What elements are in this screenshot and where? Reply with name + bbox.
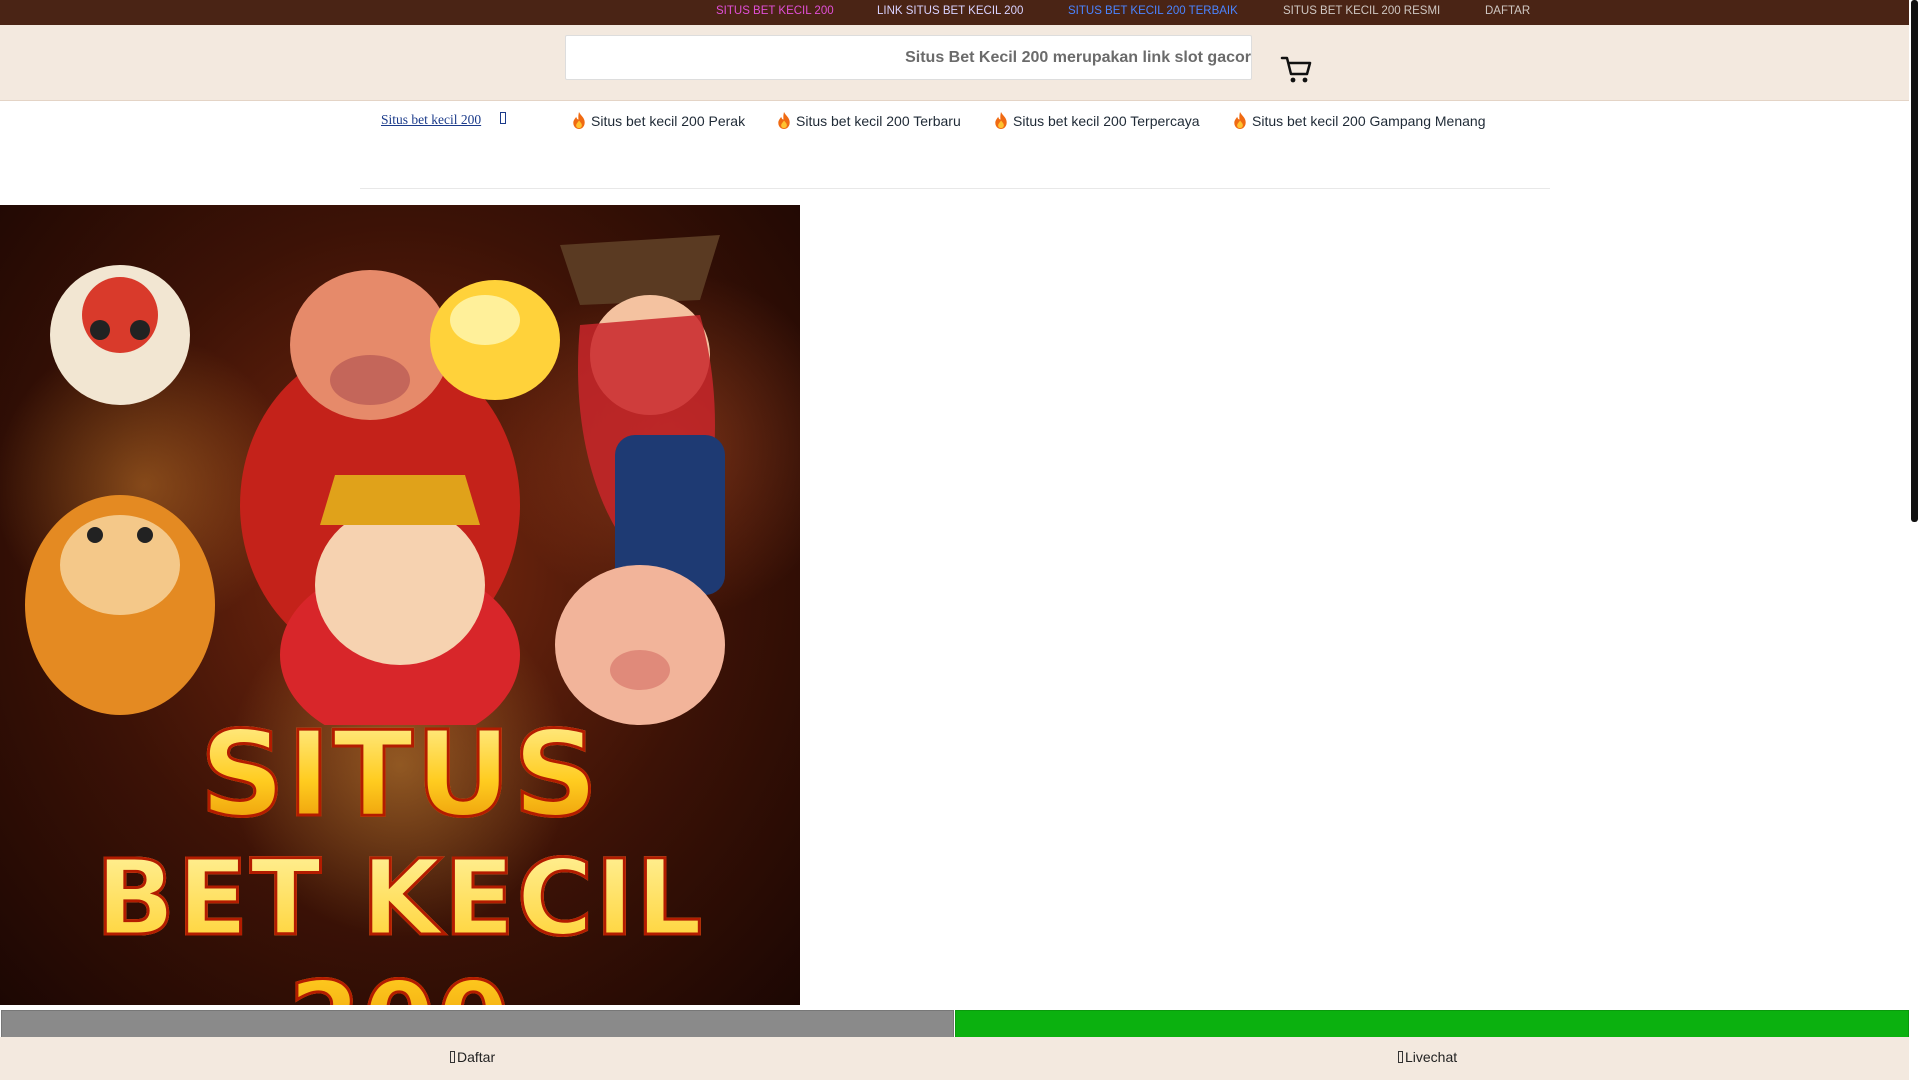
top-bar: SITUS BET KECIL 200 LINK SITUS BET KECIL… xyxy=(0,0,1909,25)
top-link-daftar[interactable]: DAFTAR xyxy=(1485,5,1530,17)
category-item-perak[interactable]: Situs bet kecil 200 Perak xyxy=(571,111,745,130)
register-icon xyxy=(450,1051,455,1063)
category-label: Situs bet kecil 200 Perak xyxy=(591,113,746,129)
bottom-bar xyxy=(0,1037,1909,1080)
category-label: Situs bet kecil 200 Gampang Menang xyxy=(1252,113,1486,129)
flame-icon xyxy=(1234,111,1246,130)
breadcrumb-home[interactable]: Situs bet kecil 200 xyxy=(381,112,481,128)
scrollbar-thumb[interactable] xyxy=(1911,0,1918,522)
cart-icon[interactable] xyxy=(1280,55,1314,85)
flame-icon xyxy=(995,111,1007,130)
livechat-label: Livechat xyxy=(1405,1049,1458,1065)
hero-characters-illustration xyxy=(25,235,725,725)
top-link-link-situs-bet-kecil-200[interactable]: LINK SITUS BET KECIL 200 xyxy=(877,5,1023,17)
chevron-down-icon[interactable] xyxy=(500,112,506,124)
flame-icon xyxy=(778,111,790,130)
category-nav: Situs bet kecil 200 Situs bet kecil 200 … xyxy=(360,100,1550,189)
top-link-situs-bet-kecil-200[interactable]: SITUS BET KECIL 200 xyxy=(716,5,834,17)
daftar-label: Daftar xyxy=(457,1049,496,1065)
category-item-gampang-menang[interactable]: Situs bet kecil 200 Gampang Menang xyxy=(1232,111,1485,130)
category-item-terbaru[interactable]: Situs bet kecil 200 Terbaru xyxy=(776,111,961,130)
top-link-terbaik[interactable]: SITUS BET KECIL 200 TERBAIK xyxy=(1068,5,1238,17)
daftar-button[interactable]: Daftar xyxy=(450,1049,495,1065)
search-input[interactable]: Situs Bet Kecil 200 merupakan link slot … xyxy=(565,35,1252,80)
header: Situs Bet Kecil 200 merupakan link slot … xyxy=(0,25,1909,101)
hero-banner-image[interactable]: SITUS BET KECIL 200 xyxy=(0,205,800,1005)
search-placeholder: Situs Bet Kecil 200 merupakan link slot … xyxy=(905,49,1251,66)
page-scrollbar[interactable] xyxy=(1909,0,1920,1080)
category-label: Situs bet kecil 200 Terbaru xyxy=(796,113,961,129)
hero-title-line2: BET KECIL 200 xyxy=(0,836,800,1006)
flame-icon xyxy=(573,111,585,130)
top-link-resmi[interactable]: SITUS BET KECIL 200 RESMI xyxy=(1283,5,1440,17)
hero-title-line1: SITUS xyxy=(0,704,800,845)
livechat-button[interactable]: Livechat xyxy=(1398,1049,1457,1065)
chat-icon xyxy=(1398,1051,1403,1063)
category-label: Situs bet kecil 200 Terpercaya xyxy=(1013,113,1200,129)
category-item-terpercaya[interactable]: Situs bet kecil 200 Terpercaya xyxy=(993,111,1200,130)
